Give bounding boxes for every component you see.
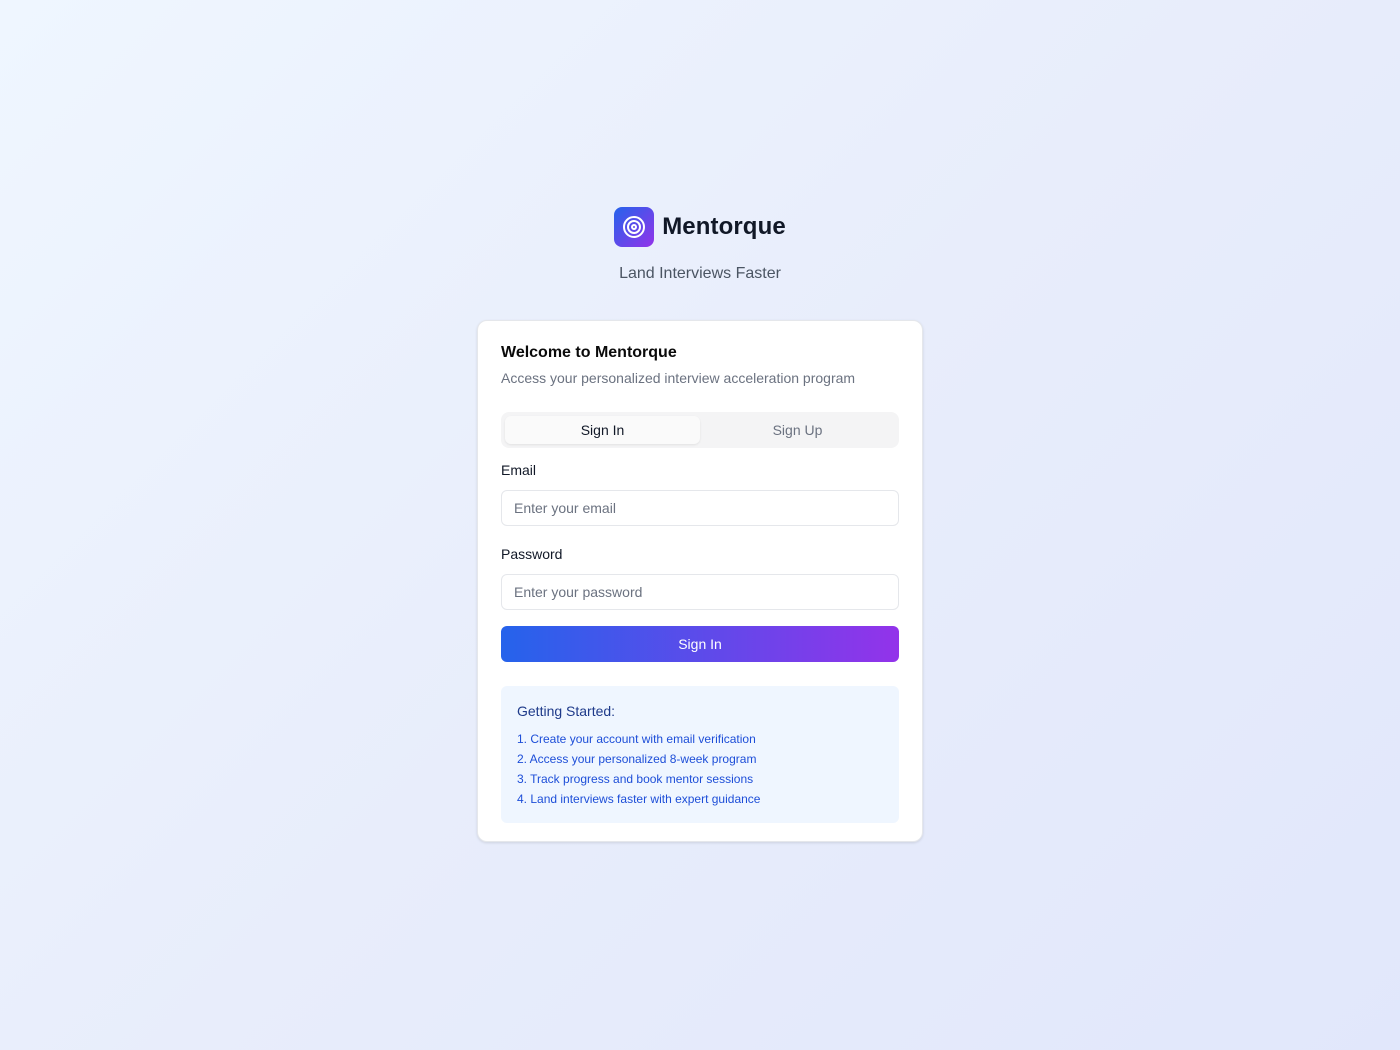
password-field[interactable] xyxy=(501,574,899,610)
password-label: Password xyxy=(501,546,563,562)
card-title: Welcome to Mentorque xyxy=(501,344,677,361)
list-item: 2. Access your personalized 8-week progr… xyxy=(517,752,757,766)
brand-name: Mentorque xyxy=(662,213,786,240)
auth-card: Welcome to Mentorque Access your persona… xyxy=(477,320,923,842)
list-item: 3. Track progress and book mentor sessio… xyxy=(517,772,754,786)
card-description: Access your personalized interview accel… xyxy=(501,370,856,386)
auth-tabs: Sign In Sign Up xyxy=(501,412,899,448)
target-icon xyxy=(614,207,655,247)
email-label: Email xyxy=(501,462,537,478)
list-item: 4. Land interviews faster with expert gu… xyxy=(517,792,761,806)
tab-sign-in[interactable]: Sign In xyxy=(505,416,700,444)
getting-started-panel: Getting Started: 1. Create your account … xyxy=(501,686,899,823)
tab-sign-up[interactable]: Sign Up xyxy=(700,416,895,444)
getting-started-list: 1. Create your account with email verifi… xyxy=(517,729,883,809)
getting-started-title: Getting Started: xyxy=(517,703,616,719)
email-field[interactable] xyxy=(501,490,899,526)
tagline: Land Interviews Faster xyxy=(619,265,781,282)
list-item: 1. Create your account with email verifi… xyxy=(517,732,756,746)
brand-header: Mentorque xyxy=(0,207,1400,247)
sign-in-button[interactable]: Sign In xyxy=(501,626,899,662)
